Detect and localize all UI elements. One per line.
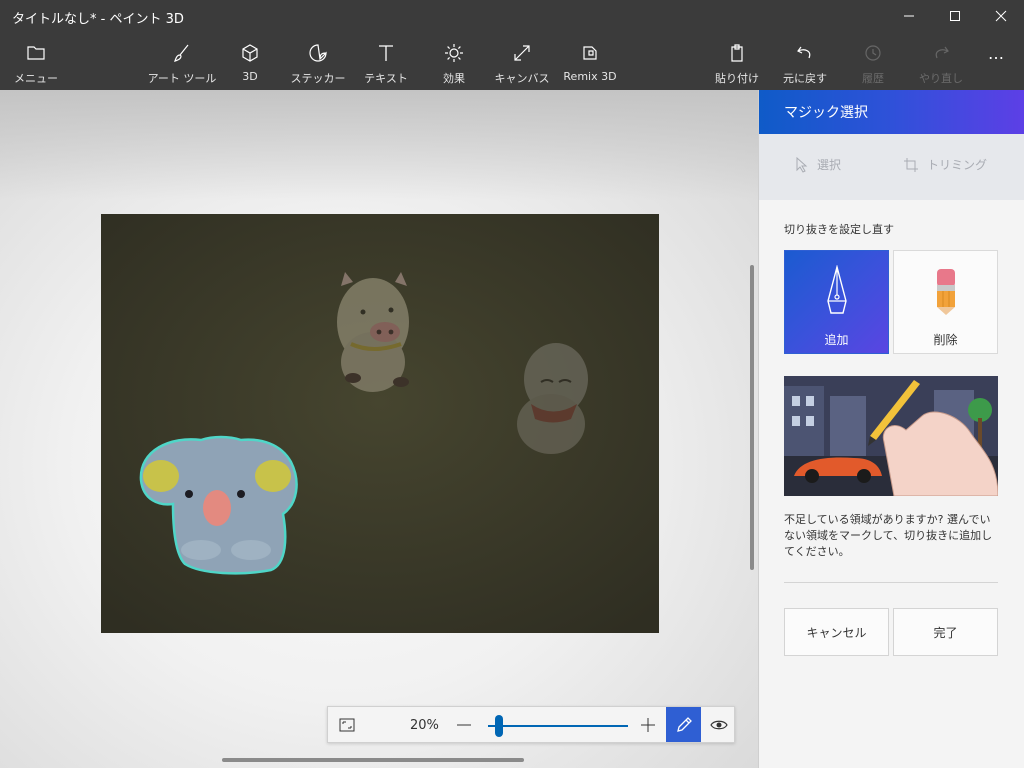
menu-button[interactable]: メニュー bbox=[14, 42, 58, 88]
tool-text[interactable]: テキスト bbox=[364, 42, 408, 88]
crop-icon bbox=[904, 157, 918, 172]
remove-label: 削除 bbox=[933, 333, 958, 347]
eraser-icon bbox=[937, 269, 955, 315]
text-icon bbox=[375, 42, 397, 64]
maximize-button[interactable] bbox=[932, 0, 978, 32]
magic-select-panel: マジック選択 選択 トリミング 切り抜きを設定し直す 追加 削除 不足している領… bbox=[758, 90, 1024, 768]
done-button[interactable]: 完了 bbox=[893, 608, 998, 656]
horizontal-scrollbar[interactable] bbox=[222, 758, 524, 762]
undo-icon bbox=[794, 42, 816, 64]
tool-3d-label: 3D bbox=[242, 70, 258, 83]
minimize-icon bbox=[904, 15, 914, 17]
tool-art-tools-label: アート ツール bbox=[147, 72, 217, 85]
image-canvas[interactable] bbox=[101, 214, 659, 633]
fit-to-screen-button[interactable] bbox=[338, 716, 356, 734]
pen-nib-icon bbox=[827, 265, 847, 314]
tool-remix3d[interactable]: Remix 3D bbox=[562, 42, 618, 88]
tool-stickers-label: ステッカー bbox=[290, 72, 346, 85]
redo-label: やり直し bbox=[919, 72, 963, 85]
sun-icon bbox=[443, 42, 465, 64]
tool-text-label: テキスト bbox=[364, 72, 408, 85]
canvas-resize-icon bbox=[511, 42, 533, 64]
remove-button[interactable]: 削除 bbox=[893, 250, 998, 354]
cursor-icon bbox=[796, 156, 808, 173]
zoom-level: 20% bbox=[410, 718, 439, 733]
close-icon bbox=[995, 10, 1007, 22]
window-title: タイトルなし* - ペイント 3D bbox=[12, 12, 184, 27]
cancel-button[interactable]: キャンセル bbox=[784, 608, 889, 656]
mode-tabs: 選択 トリミング bbox=[759, 134, 1024, 200]
tool-canvas-label: キャンバス bbox=[494, 72, 550, 85]
zoom-in-button[interactable] bbox=[640, 717, 656, 733]
minimize-button[interactable] bbox=[886, 0, 932, 32]
reset-cutout-label: 切り抜きを設定し直す bbox=[784, 223, 894, 236]
cube-icon bbox=[239, 42, 261, 64]
close-button[interactable] bbox=[978, 0, 1024, 32]
zoom-slider-track[interactable] bbox=[488, 725, 628, 727]
menu-label: メニュー bbox=[14, 72, 58, 85]
tool-effects-label: 効果 bbox=[443, 72, 465, 85]
tool-stickers[interactable]: ステッカー bbox=[290, 42, 346, 88]
redo-button[interactable]: やり直し bbox=[918, 42, 964, 88]
tool-art-tools[interactable]: アート ツール bbox=[147, 42, 217, 88]
tab-select[interactable]: 選択 bbox=[795, 156, 841, 173]
paste-icon bbox=[726, 42, 748, 64]
zoom-slider-thumb[interactable] bbox=[495, 715, 504, 737]
pencil-icon bbox=[676, 716, 692, 732]
add-label: 追加 bbox=[824, 333, 849, 347]
panel-title: マジック選択 bbox=[784, 105, 868, 121]
vertical-scrollbar[interactable] bbox=[750, 265, 754, 570]
minus-icon bbox=[457, 724, 471, 726]
brush-icon bbox=[171, 42, 193, 64]
folder-icon bbox=[25, 42, 47, 64]
canvas-workspace[interactable] bbox=[0, 90, 758, 768]
sticker-icon bbox=[307, 42, 329, 64]
undo-label: 元に戻す bbox=[783, 72, 827, 85]
eye-icon bbox=[709, 720, 728, 729]
redo-icon bbox=[930, 42, 952, 64]
tool-3d[interactable]: 3D bbox=[232, 42, 268, 88]
undo-button[interactable]: 元に戻す bbox=[782, 42, 828, 88]
zoom-out-button[interactable] bbox=[456, 717, 472, 733]
tab-trim-label: トリミング bbox=[927, 158, 988, 172]
panel-header: マジック選択 bbox=[759, 90, 1024, 134]
view-mode-button[interactable] bbox=[702, 707, 735, 742]
paste-label: 貼り付け bbox=[715, 72, 759, 85]
plus-icon bbox=[641, 718, 655, 732]
description-text: 不足している領域がありますか? 選んでいない領域をマークして、切り抜きに追加して… bbox=[784, 513, 993, 558]
draw-mode-button[interactable] bbox=[666, 707, 701, 742]
paste-button[interactable]: 貼り付け bbox=[714, 42, 760, 88]
fit-screen-icon bbox=[339, 718, 355, 732]
tool-remix3d-label: Remix 3D bbox=[563, 70, 617, 83]
tab-trim[interactable]: トリミング bbox=[903, 156, 987, 173]
zoom-bar: 20% bbox=[327, 706, 735, 743]
photo-content bbox=[101, 214, 659, 633]
tool-effects[interactable]: 効果 bbox=[436, 42, 472, 88]
app-toolbar: タイトルなし* - ペイント 3D メニュー アート ツール 3D ステッカー … bbox=[0, 0, 1024, 90]
maximize-icon bbox=[950, 11, 960, 21]
tool-canvas[interactable]: キャンバス bbox=[494, 42, 550, 88]
tab-select-label: 選択 bbox=[817, 158, 842, 172]
history-label: 履歴 bbox=[862, 72, 884, 85]
add-button[interactable]: 追加 bbox=[784, 250, 889, 354]
divider bbox=[784, 582, 998, 583]
history-button[interactable]: 履歴 bbox=[856, 42, 890, 88]
history-icon bbox=[862, 42, 884, 64]
hand-drawing-illustration bbox=[784, 376, 998, 496]
title-bar: タイトルなし* - ペイント 3D bbox=[0, 0, 1024, 32]
remix-icon bbox=[579, 42, 601, 64]
more-options-icon[interactable]: … bbox=[988, 44, 1004, 63]
tutorial-illustration bbox=[784, 376, 998, 496]
